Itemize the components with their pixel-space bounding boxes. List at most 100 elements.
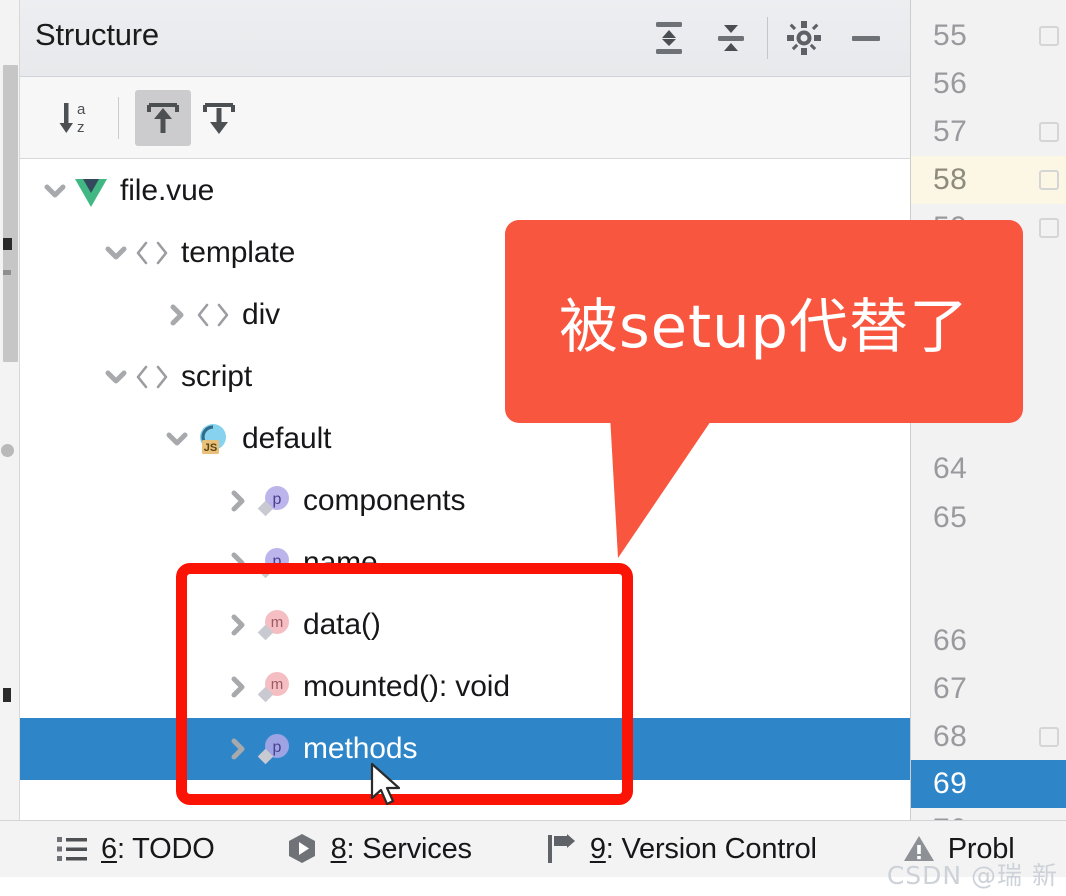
tree-indent-spacer xyxy=(20,439,160,440)
sort-alphabetically-button[interactable]: a z xyxy=(48,90,104,146)
gutter-line-number-text: 58 xyxy=(933,163,968,196)
minimize-button[interactable] xyxy=(835,7,897,69)
tree-node-label: script xyxy=(181,360,253,393)
gutter-line-number-text: 66 xyxy=(933,624,968,657)
html-tag-icon xyxy=(136,365,168,389)
vue-file-icon xyxy=(75,179,107,207)
page-title: Structure xyxy=(35,17,159,52)
method-icon: m xyxy=(257,672,289,703)
gutter-line-number-text: 55 xyxy=(933,19,968,52)
tree-node-icon-wrapper xyxy=(133,234,171,272)
html-tag-icon xyxy=(136,241,168,265)
gutter-line-number[interactable]: 69 xyxy=(911,760,1066,808)
gutter-line-number-text: 68 xyxy=(933,720,968,753)
tree-row-file-vue[interactable]: file.vue xyxy=(20,160,910,222)
statusbar-item-version-control[interactable]: 9: Version Control xyxy=(544,821,817,877)
tree-twisty-toggle[interactable] xyxy=(221,484,255,518)
collapse-all-button[interactable] xyxy=(700,7,762,69)
chevron-down-icon[interactable] xyxy=(162,424,192,454)
tree-node-icon-wrapper xyxy=(133,358,171,396)
tree-twisty-toggle[interactable] xyxy=(221,670,255,704)
tree-row-mounted-void[interactable]: m mounted(): void xyxy=(20,656,910,718)
code-fold-marker-icon[interactable] xyxy=(1039,218,1059,238)
property-icon: p xyxy=(257,486,289,517)
gutter-line-number[interactable]: 67 xyxy=(911,665,1066,713)
tree-twisty-toggle[interactable] xyxy=(221,732,255,766)
gutter-line-number-text: 69 xyxy=(933,767,968,800)
gutter-line-number[interactable]: 55 xyxy=(911,12,1066,60)
tree-twisty-toggle[interactable] xyxy=(221,546,255,580)
chevron-right-icon[interactable] xyxy=(223,610,253,640)
chevron-down-icon[interactable] xyxy=(101,238,131,268)
scroll-from-source-button[interactable] xyxy=(135,89,191,146)
chevron-right-icon[interactable] xyxy=(223,672,253,702)
chevron-right-icon[interactable] xyxy=(162,300,192,330)
adjacent-panel-mark xyxy=(1,444,14,457)
gutter-line-number-text: 65 xyxy=(933,501,968,534)
adjacent-panel-scrollbar-thumb[interactable] xyxy=(3,65,18,362)
tree-indent-spacer xyxy=(20,625,221,626)
svg-text:p: p xyxy=(273,491,282,508)
gutter-line-number[interactable]: 66 xyxy=(911,617,1066,665)
svg-text:a: a xyxy=(77,101,86,118)
tree-twisty-toggle[interactable] xyxy=(99,360,133,394)
tree-twisty-toggle[interactable] xyxy=(38,174,72,208)
tree-twisty-toggle[interactable] xyxy=(160,298,194,332)
statusbar-item-services[interactable]: 8: Services xyxy=(285,821,472,877)
gutter-line-number[interactable]: 68 xyxy=(911,713,1066,761)
tree-indent-spacer xyxy=(20,377,99,378)
gutter-line-number[interactable]: 58 xyxy=(911,156,1066,204)
statusbar-key-services: 8 xyxy=(330,832,347,865)
code-fold-marker-icon[interactable] xyxy=(1039,122,1059,142)
tree-indent-spacer xyxy=(20,563,221,564)
tree-row-components[interactable]: p components xyxy=(20,470,910,532)
tree-twisty-toggle[interactable] xyxy=(221,608,255,642)
gutter-line-number[interactable]: 56 xyxy=(911,60,1066,108)
tree-indent-spacer xyxy=(20,191,38,192)
scroll-to-source-button[interactable] xyxy=(191,90,247,146)
code-fold-marker-icon[interactable] xyxy=(1039,170,1059,190)
settings-button[interactable] xyxy=(773,7,835,69)
tree-node-label: mounted(): void xyxy=(303,670,510,703)
tree-node-icon-wrapper: m xyxy=(255,606,293,644)
tree-node-label: template xyxy=(181,236,296,269)
code-fold-marker-icon[interactable] xyxy=(1039,727,1059,747)
gutter-line-number[interactable]: 65 xyxy=(911,494,1066,542)
tree-twisty-toggle[interactable] xyxy=(160,422,194,456)
tree-node-label: name xyxy=(303,546,378,579)
gutter-line-number[interactable]: 64 xyxy=(911,445,1066,493)
structure-toolbar: a z xyxy=(20,77,910,159)
tree-twisty-toggle[interactable] xyxy=(99,236,133,270)
tree-indent-spacer xyxy=(20,749,221,750)
adjacent-panel-mark xyxy=(3,270,11,275)
tree-row-name[interactable]: p name xyxy=(20,532,910,594)
tree-row-data[interactable]: m data() xyxy=(20,594,910,656)
gutter-line-number-text: 64 xyxy=(933,452,968,485)
tree-row-methods[interactable]: p methods xyxy=(20,718,910,780)
header-separator xyxy=(767,17,768,59)
tree-node-label: components xyxy=(303,484,466,517)
statusbar-key-version-control: 9 xyxy=(589,832,606,865)
scroll-to-source-icon xyxy=(203,102,235,134)
property-icon: p xyxy=(257,734,289,765)
svg-text:z: z xyxy=(77,119,85,136)
csdn-watermark: CSDN @瑞 新 xyxy=(886,861,1058,890)
chevron-right-icon[interactable] xyxy=(223,734,253,764)
svg-text:m: m xyxy=(271,614,284,631)
chevron-down-icon[interactable] xyxy=(101,362,131,392)
expand-all-button[interactable] xyxy=(638,7,700,69)
structure-tool-window-screenshot: Structure a z file.vue template div scri… xyxy=(0,0,1066,896)
sort-alphabetically-icon: a z xyxy=(59,101,86,136)
code-fold-marker-icon[interactable] xyxy=(1039,26,1059,46)
chevron-down-icon[interactable] xyxy=(40,176,70,206)
adjacent-panel-mark xyxy=(3,688,11,702)
gutter-line-number[interactable]: 57 xyxy=(911,108,1066,156)
chevron-right-icon[interactable] xyxy=(223,486,253,516)
tree-node-label: methods xyxy=(303,732,418,765)
statusbar-item-todo[interactable]: 6: TODO xyxy=(55,821,215,877)
tree-indent-spacer xyxy=(20,315,160,316)
chevron-right-icon[interactable] xyxy=(223,548,253,578)
gear-icon xyxy=(787,21,821,55)
scroll-from-source-icon xyxy=(147,102,179,133)
tree-node-icon-wrapper: p xyxy=(255,482,293,520)
